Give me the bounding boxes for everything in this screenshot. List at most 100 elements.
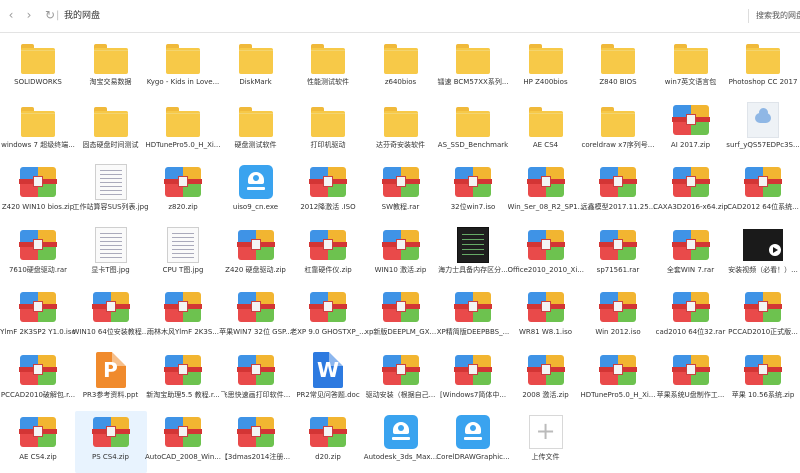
file-item[interactable]: W PR2常见问答题.doc	[292, 349, 364, 411]
file-item[interactable]: CorelDRAWGraphic...	[436, 411, 510, 473]
folder-icon	[455, 39, 491, 75]
file-item[interactable]: PS CS4.zip	[74, 411, 147, 473]
file-item[interactable]: 固态硬盘时间测试	[75, 99, 147, 161]
file-item[interactable]: win7英文语言包	[655, 36, 727, 98]
file-item[interactable]: Win_Ser_08_R2_SP1...	[508, 161, 584, 223]
file-item[interactable]: Autodesk_3ds_Max...	[363, 411, 438, 473]
file-item[interactable]: Office2010_2010_Xi...	[508, 224, 584, 286]
archive-icon	[164, 289, 202, 325]
folder-icon	[93, 39, 129, 75]
file-item[interactable]: z640bios	[365, 36, 437, 98]
file-item[interactable]: AutoCAD_2008_Win...	[145, 411, 221, 473]
file-item[interactable]: WR81 W8.1.iso	[510, 286, 582, 348]
file-item[interactable]: Kygo - Kids in Love...	[147, 36, 219, 98]
breadcrumb[interactable]: 我的网盘	[64, 10, 100, 22]
file-item[interactable]: sp71561.rar	[582, 224, 654, 286]
file-item[interactable]: AE CS4.zip	[2, 411, 74, 473]
file-item[interactable]: uiso9_cn.exe	[220, 161, 292, 223]
file-item[interactable]: xp新版DEEPLM_GX...	[365, 286, 437, 348]
back-icon[interactable]: ‹	[4, 8, 18, 22]
file-name: win7英文语言包	[664, 78, 717, 86]
file-name: HDTunePro5.0_H_Xi...	[580, 390, 656, 399]
file-name: 新淘宝助理5.5 教程.r...	[146, 390, 220, 399]
file-item[interactable]: 雨林木风YlmF 2K3S...	[147, 286, 219, 348]
file-item[interactable]: 显卡T图.jpg	[75, 224, 147, 286]
refresh-icon[interactable]: ↻	[43, 8, 57, 22]
file-name: 驱动安装（根据自己...	[365, 390, 436, 399]
file-item[interactable]: HDTunePro5.0_H_Xi...	[146, 99, 220, 161]
file-item[interactable]: 2012降激活 .ISO	[292, 161, 364, 223]
file-item[interactable]: 性能测试软件	[292, 36, 364, 98]
file-item[interactable]: 7610硬盘驱动.rar	[2, 224, 74, 286]
file-item[interactable]: 淘宝交易数据	[75, 36, 147, 98]
file-item[interactable]: 【3dmas2014注册...	[220, 411, 292, 473]
file-item[interactable]: 老XP 9.0 GHOSTXP_...	[290, 286, 366, 348]
file-item[interactable]: P PR3参考资料.ppt	[75, 349, 147, 411]
file-item[interactable]: 达芬奇安装软件	[365, 99, 437, 161]
file-item[interactable]: AI 2017.zip	[655, 99, 727, 161]
file-item[interactable]: 打印机驱动	[292, 99, 364, 161]
file-item[interactable]: Photoshop CC 2017	[727, 36, 799, 98]
archive-icon	[381, 164, 420, 200]
file-item[interactable]: 远鑫模型2017.11.25...	[581, 161, 655, 223]
file-item[interactable]: YlmF 2K3SP2 Y1.0.iso	[0, 286, 76, 348]
file-item[interactable]: SOLIDWORKS	[2, 36, 74, 98]
file-item[interactable]: AE CS4	[510, 99, 582, 161]
file-item[interactable]: 硬盘测试软件	[220, 99, 292, 161]
forward-icon[interactable]: ›	[22, 8, 36, 22]
file-item[interactable]: 32位win7.iso	[437, 161, 509, 223]
upload-button[interactable]: + 上传文件	[510, 411, 582, 473]
file-item[interactable]: cad2010 64位32.rar	[655, 286, 727, 348]
file-item[interactable]: z820.zip	[147, 161, 219, 223]
file-item[interactable]: CAD2012 64位系统...	[727, 161, 799, 223]
file-item[interactable]: 新淘宝助理5.5 教程.r...	[146, 349, 220, 411]
archive-icon	[671, 164, 710, 200]
file-item[interactable]: 安装视频（必看！）...	[727, 224, 799, 286]
file-item[interactable]: 驱动安装（根据自己...	[365, 349, 437, 411]
file-item[interactable]: 苹果 10.56系统.zip	[727, 349, 799, 411]
file-item[interactable]: Z420 硬盘驱动.zip	[220, 224, 292, 286]
file-name: 飞思快速画打印软件...	[220, 390, 291, 399]
archive-icon	[19, 414, 57, 450]
file-item[interactable]: 2008 激活.zip	[510, 349, 582, 411]
file-item[interactable]: 镭速 BCM57XX系列...	[437, 36, 509, 98]
file-item[interactable]: WIN10 激活.zip	[365, 224, 437, 286]
file-item[interactable]: 海力士具备内存区分...	[437, 224, 509, 286]
file-item[interactable]: AS_SSD_Benchmark	[437, 99, 509, 161]
folder-icon	[383, 39, 419, 75]
file-item[interactable]: 工作站算容SUS列表.jpg	[73, 161, 149, 223]
archive-icon	[526, 289, 565, 325]
file-item[interactable]: 苹果系统U盘制作工...	[655, 349, 727, 411]
file-item[interactable]: CPU T图.jpg	[147, 224, 219, 286]
file-item[interactable]: WIN10 64位安装教程...	[73, 286, 148, 348]
file-name: Z840 BIOS	[599, 78, 637, 86]
file-name: CAXA3D2016-x64.zip	[653, 203, 728, 211]
file-item[interactable]: surf_yQS57EDPc3S...	[726, 99, 800, 161]
file-item[interactable]: d20.zip	[292, 411, 364, 473]
file-item[interactable]: CAXA3D2016-x64.zip	[653, 161, 728, 223]
file-item[interactable]: 飞思快速画打印软件...	[220, 349, 292, 411]
file-item[interactable]: Win 2012.iso	[582, 286, 654, 348]
file-item[interactable]: PCCAD2010正式版...	[727, 286, 799, 348]
file-item[interactable]: DiskMark	[220, 36, 292, 98]
folder-icon	[310, 102, 346, 138]
file-item[interactable]: 苹果WIN7 32位 GSP...	[219, 286, 292, 348]
installer-icon	[455, 414, 491, 450]
file-item[interactable]: 全套WIN 7.rar	[655, 224, 727, 286]
file-item[interactable]: Z840 BIOS	[582, 36, 654, 98]
file-item[interactable]: HDTunePro5.0_H_Xi...	[580, 349, 656, 411]
file-item[interactable]: HP Z400bios	[510, 36, 582, 98]
search-input[interactable]: 搜索我的网盘	[756, 10, 800, 22]
file-item[interactable]: [Windows7简体中...	[437, 349, 509, 411]
file-name: AE CS4.zip	[19, 453, 57, 461]
file-item[interactable]: Z420 WIN10 bios.zip	[2, 161, 74, 223]
breadcrumb-separator-icon: |	[56, 10, 60, 21]
file-item[interactable]: windows 7 超级终端...	[1, 99, 75, 161]
file-item[interactable]: coreldraw x7序列号...	[582, 99, 654, 161]
file-item[interactable]: PCCAD2010破解包.r...	[1, 349, 75, 411]
file-item[interactable]: SW教程.rar	[365, 161, 437, 223]
file-name: Autodesk_3ds_Max...	[363, 453, 438, 461]
file-item[interactable]: XP精简版DEEPBBS_...	[437, 286, 509, 348]
folder-icon	[600, 102, 636, 138]
file-item[interactable]: 杠靠硬件仪.zip	[292, 224, 364, 286]
